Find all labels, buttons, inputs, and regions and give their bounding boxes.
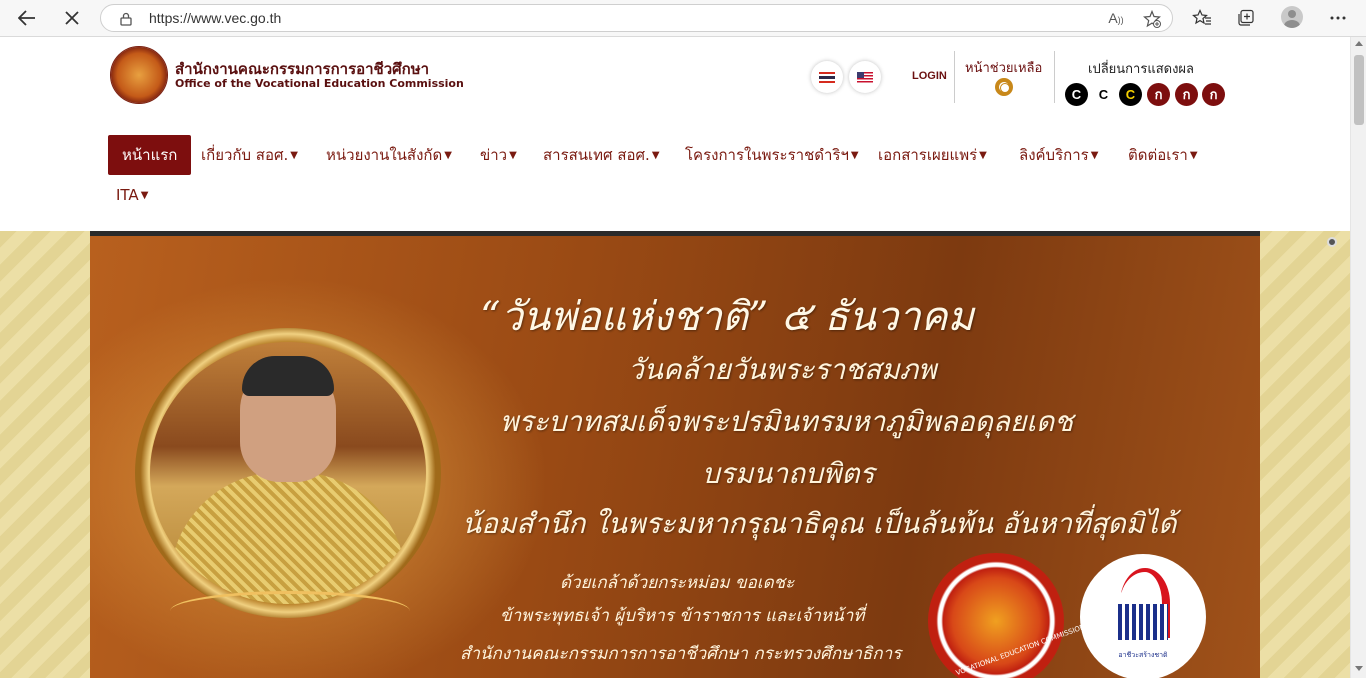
ovec-logo[interactable] xyxy=(110,46,168,104)
login-link[interactable]: LOGIN xyxy=(912,70,947,82)
menu-item-label: ITA xyxy=(116,186,139,204)
banner-small-2: ข้าพระพุทธเจ้า ผู้บริหาร ข้าราชการ และเจ… xyxy=(500,606,865,626)
scroll-up-icon[interactable] xyxy=(1355,41,1363,46)
scroll-down-icon[interactable] xyxy=(1355,666,1363,671)
menu-item-1[interactable]: หน้าแรก xyxy=(108,135,192,175)
back-arrow-icon[interactable] xyxy=(13,5,41,31)
collections-icon[interactable] xyxy=(1234,6,1258,30)
menu-item-label: โครงการในพระราชดำริฯ xyxy=(685,146,849,164)
address-bar[interactable]: https://www.vec.go.th A)) xyxy=(100,4,1173,32)
divider xyxy=(954,51,955,103)
contrast-button-4[interactable]: ก xyxy=(1147,83,1170,106)
banner-small-3: สำนักงานคณะกรรมการการอาชีวศึกษา กระทรวงศ… xyxy=(460,644,902,664)
hero-banner[interactable]: “วันพ่อแห่งชาติ” ๕ ธันวาคม วันคล้ายวันพร… xyxy=(90,236,1260,678)
contrast-button-2[interactable]: C xyxy=(1092,83,1115,106)
portrait-hair xyxy=(242,356,334,396)
city-skyline-icon xyxy=(1118,604,1168,640)
caret-down-icon: ▼ xyxy=(290,149,298,161)
caret-down-icon: ▼ xyxy=(140,189,149,201)
favorite-add-icon[interactable] xyxy=(1141,9,1163,28)
portrait-robe xyxy=(170,472,406,604)
page-scrollbar[interactable] xyxy=(1350,37,1366,678)
lifebuoy-icon[interactable] xyxy=(995,78,1013,96)
site-header: สำนักงานคณะกรรมการการอาชีวศึกษา Office o… xyxy=(0,37,1350,231)
menu-item-label: ลิงค์บริการ xyxy=(1019,146,1089,164)
caret-down-icon: ▼ xyxy=(651,149,660,161)
contrast-button-6[interactable]: ก xyxy=(1202,83,1225,106)
close-icon[interactable] xyxy=(58,5,86,31)
slider-dot[interactable] xyxy=(1327,237,1337,247)
lock-icon[interactable] xyxy=(119,11,133,26)
menu-item-4[interactable]: ข่าว ▼ xyxy=(480,135,517,175)
banner-small-1: ด้วยเกล้าด้วยกระหม่อม ขอเดชะ xyxy=(560,573,795,593)
more-icon[interactable] xyxy=(1326,6,1350,30)
scroll-thumb[interactable] xyxy=(1354,55,1364,125)
caret-down-icon: ▼ xyxy=(1090,149,1099,161)
menu-item-6[interactable]: โครงการในพระราชดำริฯ ▼ xyxy=(685,135,859,175)
menu-item-3[interactable]: หน่วยงานในสังกัด ▼ xyxy=(326,135,452,175)
caret-down-icon: ▼ xyxy=(979,149,987,161)
menu-item-label: สารสนเทศ สอศ. xyxy=(543,146,650,164)
contrast-button-1[interactable]: C xyxy=(1065,83,1088,106)
banner-title: “วันพ่อแห่งชาติ” ๕ ธันวาคม xyxy=(480,294,974,340)
banner-area: “วันพ่อแห่งชาติ” ๕ ธันวาคม วันคล้ายวันพร… xyxy=(0,231,1350,678)
read-aloud-icon[interactable]: A)) xyxy=(1105,10,1127,28)
king-portrait xyxy=(150,342,426,604)
banner-line-1: วันคล้ายวันพระราชสมภพ xyxy=(628,353,937,386)
contrast-button-5[interactable]: ก xyxy=(1175,83,1198,106)
menu-item-label: เกี่ยวกับ สอศ. xyxy=(201,146,289,164)
contrast-button-3[interactable]: C xyxy=(1119,83,1142,106)
menu-item-2[interactable]: เกี่ยวกับ สอศ. ▼ xyxy=(201,135,298,175)
thai-flag-icon[interactable] xyxy=(811,61,843,93)
divider xyxy=(1054,51,1055,103)
menu-item-8[interactable]: ลิงค์บริการ ▼ xyxy=(1019,135,1098,175)
us-flag-icon[interactable] xyxy=(849,61,881,93)
campaign-logo-text: อาชีวะสร้างชาติ xyxy=(1118,651,1168,659)
menu-item-label: ข่าว xyxy=(480,146,508,164)
menu-item-7[interactable]: เอกสารเผยแพร่ ▼ xyxy=(878,135,987,175)
help-link[interactable]: หน้าช่วยเหลือ xyxy=(965,57,1042,78)
menu-item-label: หน่วยงานในสังกัด xyxy=(326,146,443,164)
logo-title-en[interactable]: Office of the Vocational Education Commi… xyxy=(175,77,464,90)
browser-toolbar: https://www.vec.go.th A)) xyxy=(0,0,1366,37)
banner-line-2: พระบาทสมเด็จพระปรมินทรมหาภูมิพลอดุลยเดช xyxy=(500,405,1074,438)
profile-avatar[interactable] xyxy=(1281,6,1303,28)
menu-item-5[interactable]: สารสนเทศ สอศ. ▼ xyxy=(543,135,660,175)
banner-line-3: บรมนาถบพิตร xyxy=(702,457,875,490)
caret-down-icon: ▼ xyxy=(444,149,452,161)
caret-down-icon: ▼ xyxy=(1189,149,1198,161)
menu-item-label: หน้าแรก xyxy=(122,146,178,164)
menu-item-10[interactable]: ITA ▼ xyxy=(116,175,148,215)
page-viewport: สำนักงานคณะกรรมการการอาชีวศึกษา Office o… xyxy=(0,37,1350,678)
gold-ornament xyxy=(170,591,410,631)
display-options-label: เปลี่ยนการแสดงผล xyxy=(1088,62,1195,77)
caret-down-icon: ▼ xyxy=(509,149,517,161)
caret-down-icon: ▼ xyxy=(850,149,859,161)
favorites-icon[interactable] xyxy=(1190,6,1214,30)
menu-item-label: เอกสารเผยแพร่ xyxy=(878,146,978,164)
menu-item-label: ติดต่อเรา xyxy=(1128,146,1188,164)
menu-item-9[interactable]: ติดต่อเรา ▼ xyxy=(1128,135,1198,175)
banner-line-4: น้อมสำนึก ในพระมหากรุณาธิคุณ เป็นล้นพ้น … xyxy=(462,507,1177,540)
url-text[interactable]: https://www.vec.go.th xyxy=(149,10,281,26)
vec-campaign-logo: อาชีวะสร้างชาติ xyxy=(1080,554,1206,678)
